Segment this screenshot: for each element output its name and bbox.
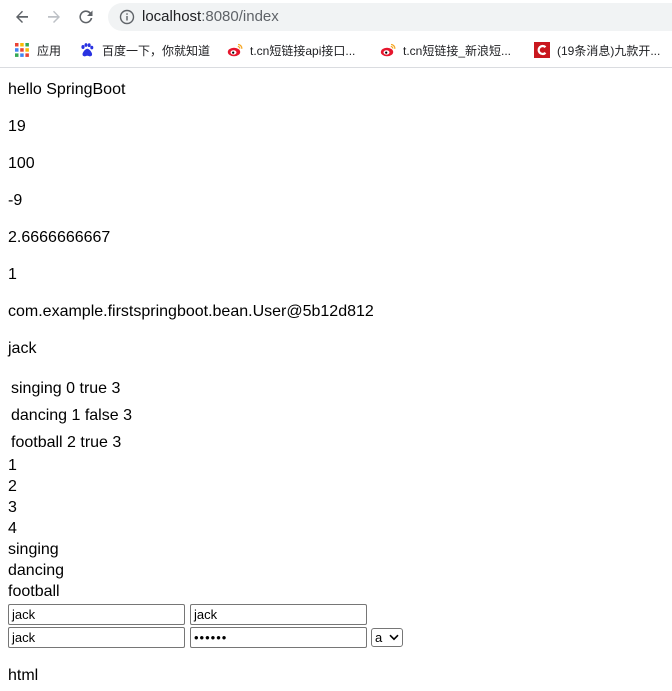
number-item: 1 <box>8 457 17 474</box>
bookmark-label: t.cn短链接_新浪短... <box>403 43 512 58</box>
bookmark-csdn[interactable]: (19条消息)九款开... <box>534 40 660 60</box>
table-row: singing 0 true 3 <box>11 380 121 397</box>
reload-icon <box>79 10 93 24</box>
apps-grid-icon <box>15 43 29 57</box>
chevron-down-icon <box>389 634 399 641</box>
table-row: dancing 1 false 3 <box>11 407 132 424</box>
bookmark-label: 应用 <box>37 43 62 58</box>
url-path: :8080/index <box>201 8 279 25</box>
number-item: 3 <box>8 499 17 516</box>
value-text: 2.6666666667 <box>8 229 111 246</box>
value-text: 19 <box>8 118 26 135</box>
select-value: a <box>375 630 383 645</box>
bookmark-tcn-api[interactable]: t.cn短链接api接口... <box>227 40 355 60</box>
bookmark-baidu[interactable]: 百度一下，你就知道 <box>79 40 210 60</box>
hobby-item: dancing <box>8 562 65 579</box>
url-host: localhost <box>142 8 202 25</box>
info-icon[interactable] <box>119 9 135 25</box>
hobby-item: football <box>8 583 60 600</box>
bookmark-label: t.cn短链接api接口... <box>250 43 356 58</box>
table-row: football 2 true 3 <box>11 434 122 451</box>
bookmark-tcn-sina[interactable]: t.cn短链接_新浪短... <box>380 40 511 60</box>
footer-text: html <box>8 667 39 684</box>
back-arrow-icon <box>16 10 28 23</box>
bookmark-label: (19条消息)九款开... <box>557 43 661 58</box>
forward-arrow-icon <box>48 10 60 23</box>
name-input[interactable]: jack <box>8 604 185 625</box>
address-bar[interactable]: localhost:8080/index <box>108 3 672 31</box>
reload-button[interactable] <box>74 5 98 29</box>
bookmark-label: 百度一下，你就知道 <box>102 43 211 58</box>
value-text: 1 <box>8 266 17 283</box>
number-item: 4 <box>8 520 17 537</box>
baidu-paw-icon <box>81 43 94 57</box>
hobby-item: singing <box>8 541 59 558</box>
name-input-second[interactable]: jack <box>190 604 367 625</box>
browser-chrome: localhost:8080/index 应用 百度一下，你就知道 t.cn短链… <box>0 0 672 68</box>
option-select[interactable]: a <box>371 628 403 647</box>
weibo-icon <box>380 43 396 57</box>
username-input[interactable]: jack <box>8 627 185 648</box>
url-text[interactable]: localhost:8080/index <box>142 9 279 25</box>
user-name-text: jack <box>8 340 37 357</box>
password-input[interactable]: •••••• <box>190 627 367 648</box>
user-object-text: com.example.firstspringboot.bean.User@5b… <box>8 303 374 320</box>
forward-button[interactable] <box>42 5 66 29</box>
value-text: 100 <box>8 155 35 172</box>
browser-toolbar: localhost:8080/index <box>0 0 672 34</box>
csdn-c-icon <box>534 42 550 58</box>
back-button[interactable] <box>10 5 34 29</box>
greeting-text: hello SpringBoot <box>8 81 126 98</box>
value-text: -9 <box>8 192 23 209</box>
weibo-icon <box>227 43 243 57</box>
bookmark-apps[interactable]: 应用 <box>14 40 61 60</box>
number-item: 2 <box>8 478 17 495</box>
bookmarks-bar: 应用 百度一下，你就知道 t.cn短链接api接口... t.cn短链接_新浪短… <box>0 36 672 64</box>
